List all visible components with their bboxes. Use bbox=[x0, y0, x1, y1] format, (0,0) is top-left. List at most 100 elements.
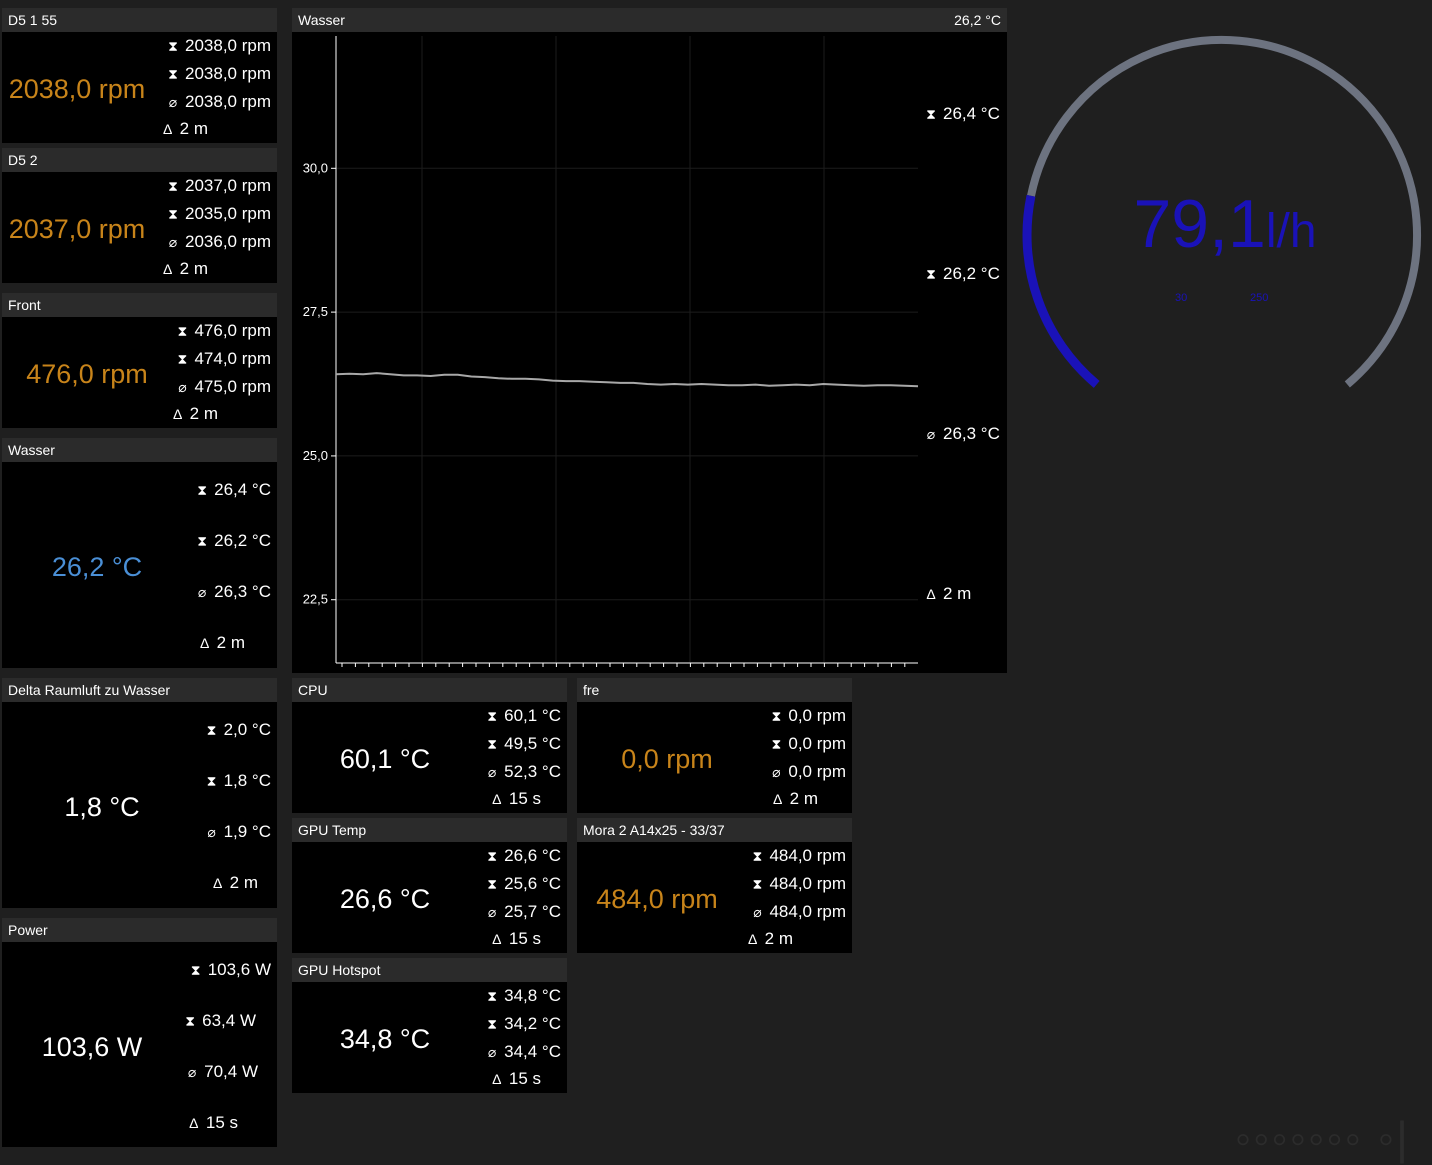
max-value: 34,8 °C bbox=[504, 986, 561, 1005]
avg-value: 26,3 °C bbox=[214, 582, 271, 601]
min-hourglass-bottom-icon: ⧗ bbox=[487, 876, 498, 893]
tile-gpu-hotspot[interactable]: GPU Hotspot 34,8 °C ⧗ 34,8 °C ⧗ 34,2 °C ⌀ 3… bbox=[292, 958, 567, 1093]
tile-wasser[interactable]: Wasser 26,2 °C ⧗ 26,4 °C ⧗ 26,2 °C ⌀ 26,3 °… bbox=[2, 438, 277, 668]
min-hourglass-bottom-icon: ⧗ bbox=[487, 1016, 498, 1033]
delta-time-icon: Δ bbox=[747, 931, 758, 947]
max-hourglass-top-icon: ⧗ bbox=[168, 37, 178, 54]
average-diameter-icon: ⌀ bbox=[197, 583, 207, 600]
dt-value: 15 s bbox=[508, 1069, 541, 1088]
gauge-fill bbox=[1022, 194, 1100, 388]
delta-time-icon: Δ bbox=[162, 121, 173, 137]
avg-value: 2038,0 rpm bbox=[185, 92, 271, 111]
min-value: 484,0 rpm bbox=[769, 874, 846, 893]
current-value: 26,6 °C bbox=[339, 884, 431, 914]
tile-title: D5 2 bbox=[2, 148, 277, 172]
min-hourglass-bottom-icon: ⧗ bbox=[926, 266, 936, 283]
delta-time-icon: Δ bbox=[492, 791, 502, 807]
dt-value: 2 m bbox=[179, 259, 208, 278]
gauge-readout: 79,1l/h bbox=[1100, 185, 1350, 263]
current-value: 2038,0 rpm bbox=[8, 74, 146, 104]
current-value: 484,0 rpm bbox=[596, 884, 718, 914]
dt-value: 2 m bbox=[229, 873, 258, 892]
delta-time-icon: Δ bbox=[199, 635, 210, 651]
tile-d5-2[interactable]: D5 2 2037,0 rpm ⧗ 2037,0 rpm ⧗ 2035,0 rpm … bbox=[2, 148, 277, 283]
max-hourglass-top-icon: ⧗ bbox=[168, 177, 178, 194]
min-value: 2038,0 rpm bbox=[185, 64, 271, 83]
dt-value: 15 s bbox=[205, 1113, 238, 1132]
max-value: 103,6 W bbox=[207, 960, 271, 979]
tile-wasser-graph[interactable]: Wasser 26,2 °C 30,0 27,5 25,0 22,5 ⧗ 26,4 °C… bbox=[292, 8, 1007, 673]
tile-mora[interactable]: Mora 2 A14x25 - 33/37 484,0 rpm ⧗ 484,0 r… bbox=[577, 818, 852, 953]
current-value: 1,8 °C bbox=[64, 792, 140, 822]
max-value: 26,4 °C bbox=[214, 480, 271, 499]
max-value: 26,6 °C bbox=[504, 846, 561, 865]
min-hourglass-bottom-icon: ⧗ bbox=[168, 66, 178, 83]
delta-time-icon: Δ bbox=[212, 875, 223, 891]
max-hourglass-top-icon: ⧗ bbox=[926, 105, 936, 122]
tile-front[interactable]: Front 476,0 rpm ⧗ 476,0 rpm ⧗ 474,0 rpm ⌀ 4… bbox=[2, 293, 277, 428]
min-value: 26,2 °C bbox=[943, 264, 1000, 283]
max-hourglass-top-icon: ⧗ bbox=[487, 987, 498, 1004]
max-hourglass-top-icon: ⧗ bbox=[752, 847, 763, 864]
dt-value: 15 s bbox=[508, 789, 541, 808]
gauge-max-label: 250 bbox=[1250, 292, 1269, 304]
min-value: 34,2 °C bbox=[504, 1014, 561, 1033]
dt-value: 15 s bbox=[508, 929, 541, 948]
dt-value: 2 m bbox=[789, 789, 818, 808]
avg-value: 475,0 rpm bbox=[194, 377, 271, 396]
dt-value: 2 m bbox=[943, 584, 972, 603]
tile-fre[interactable]: fre 0,0 rpm ⧗ 0,0 rpm ⧗ 0,0 rpm ⌀ 0,0 rpm Δ… bbox=[577, 678, 852, 813]
min-hourglass-bottom-icon: ⧗ bbox=[185, 1013, 196, 1030]
max-hourglass-top-icon: ⧗ bbox=[177, 322, 188, 339]
avg-value: 0,0 rpm bbox=[788, 762, 846, 781]
tile-title: Delta Raumluft zu Wasser bbox=[2, 678, 277, 702]
min-value: 2035,0 rpm bbox=[185, 204, 271, 223]
tile-power[interactable]: Power 103,6 W ⧗ 103,6 W ⧗ 63,4 W ⌀ 70,4 W Δ… bbox=[2, 918, 277, 1147]
delta-time-icon: Δ bbox=[162, 261, 173, 277]
min-value: 63,4 W bbox=[202, 1011, 256, 1030]
max-value: 484,0 rpm bbox=[769, 846, 846, 865]
min-value: 474,0 rpm bbox=[194, 349, 271, 368]
max-value: 476,0 rpm bbox=[194, 321, 271, 340]
gauge-unit: l/h bbox=[1265, 205, 1317, 258]
current-value: 103,6 W bbox=[41, 1032, 143, 1062]
max-value: 0,0 rpm bbox=[788, 706, 846, 725]
tile-delta-raumluft[interactable]: Delta Raumluft zu Wasser 1,8 °C ⧗ 2,0 °C … bbox=[2, 678, 277, 908]
tile-gpu-temp[interactable]: GPU Temp 26,6 °C ⧗ 26,6 °C ⧗ 25,6 °C ⌀ 25,7… bbox=[292, 818, 567, 953]
avg-value: 34,4 °C bbox=[504, 1042, 561, 1061]
min-hourglass-bottom-icon: ⧗ bbox=[487, 736, 498, 753]
current-value: 0,0 rpm bbox=[621, 744, 713, 774]
max-hourglass-top-icon: ⧗ bbox=[206, 721, 217, 738]
tile-title: GPU Temp bbox=[292, 818, 567, 842]
tile-d5-1-55[interactable]: D5 1 55 2038,0 rpm ⧗ 2038,0 rpm ⧗ 2038,0 r… bbox=[2, 8, 277, 143]
delta-time-icon: Δ bbox=[492, 931, 502, 947]
avg-value: 70,4 W bbox=[204, 1062, 258, 1081]
tile-title: Power bbox=[2, 918, 277, 942]
average-diameter-icon: ⌀ bbox=[168, 93, 178, 110]
min-value: 49,5 °C bbox=[504, 734, 561, 753]
max-hourglass-top-icon: ⧗ bbox=[190, 961, 201, 978]
watermark: ◦◦◦◦◦◦◦ ◦| bbox=[1234, 1112, 1410, 1164]
current-value: 26,2 °C bbox=[51, 552, 143, 582]
max-hourglass-top-icon: ⧗ bbox=[487, 707, 498, 724]
series-line bbox=[335, 372, 919, 388]
min-value: 1,8 °C bbox=[223, 771, 271, 790]
tile-title: GPU Hotspot bbox=[292, 958, 567, 982]
dt-value: 2 m bbox=[764, 929, 793, 948]
max-value: 26,4 °C bbox=[943, 104, 1000, 123]
min-value: 0,0 rpm bbox=[788, 734, 846, 753]
min-hourglass-bottom-icon: ⧗ bbox=[197, 533, 208, 550]
tile-title: fre bbox=[577, 678, 852, 702]
tile-cpu[interactable]: CPU 60,1 °C ⧗ 60,1 °C ⧗ 49,5 °C ⌀ 52,3 °C Δ… bbox=[292, 678, 567, 813]
y-tick-label: 22,5 bbox=[303, 592, 328, 607]
average-diameter-icon: ⌀ bbox=[487, 763, 497, 780]
tile-title: CPU bbox=[292, 678, 567, 702]
current-value: 476,0 rpm bbox=[26, 359, 148, 389]
tile-title: Front bbox=[2, 293, 277, 317]
current-value: 34,8 °C bbox=[339, 1024, 431, 1054]
line-chart: 30,0 27,5 25,0 22,5 bbox=[303, 36, 919, 667]
current-value: 2037,0 rpm bbox=[8, 214, 146, 244]
max-value: 2,0 °C bbox=[223, 720, 271, 739]
max-value: 2037,0 rpm bbox=[185, 176, 271, 195]
min-value: 25,6 °C bbox=[504, 874, 561, 893]
